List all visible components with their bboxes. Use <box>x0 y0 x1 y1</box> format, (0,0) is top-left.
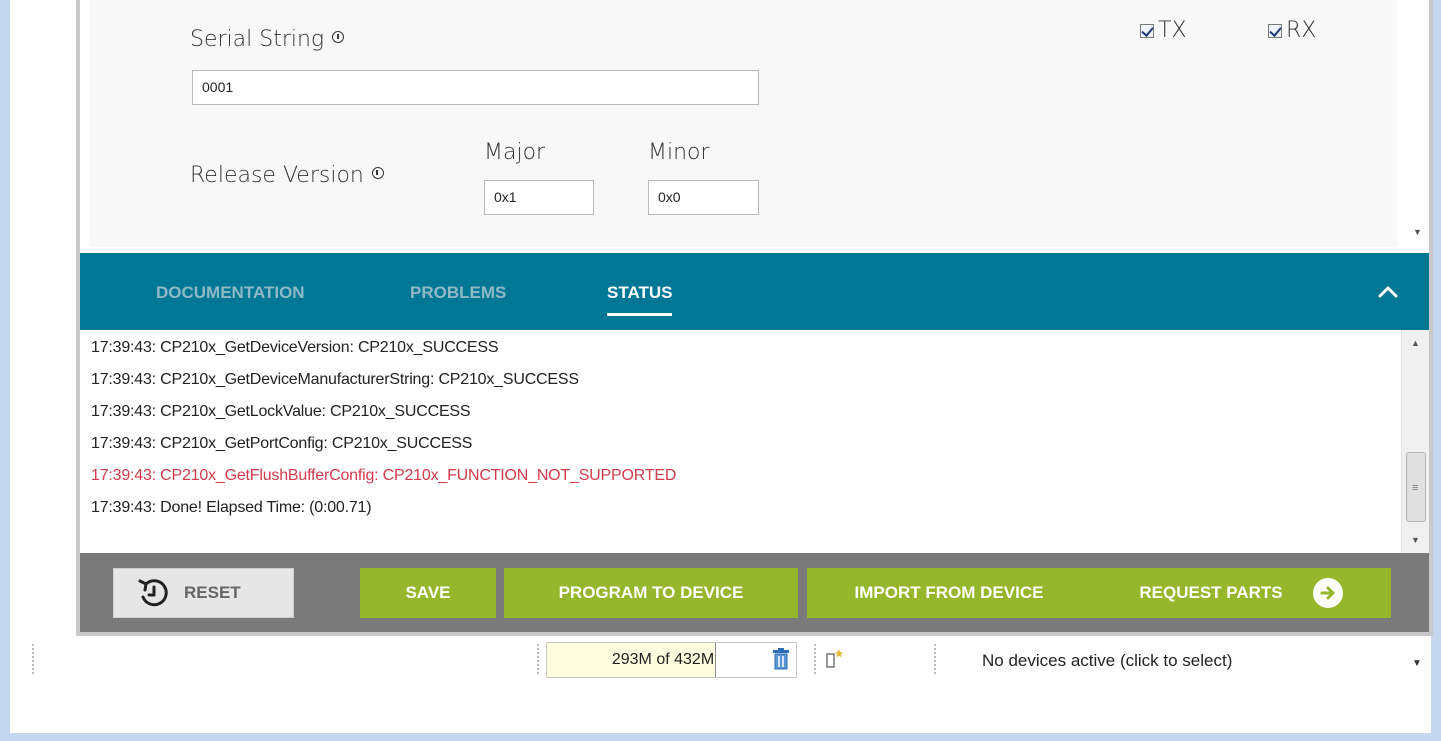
log-line: 17:39:43: Done! Elapsed Time: (0:00.71) <box>91 499 372 516</box>
status-bar-grip <box>32 644 34 674</box>
tab-status[interactable]: STATUS <box>607 283 673 316</box>
log-line-error: 17:39:43: CP210x_GetFlushBufferConfig: C… <box>91 467 677 484</box>
action-button-bar: RESET SAVE PROGRAM TO DEVICE IMPORT FROM… <box>80 553 1429 632</box>
window-frame-bottom <box>0 733 1441 741</box>
log-scrollbar-thumb[interactable]: ≡ <box>1406 452 1426 522</box>
log-line: 17:39:43: CP210x_GetDeviceManufacturerSt… <box>91 371 579 388</box>
log-line: 17:39:43: CP210x_GetLockValue: CP210x_SU… <box>91 403 471 420</box>
status-bar: 293M of 432M No devices active (click to… <box>10 636 1431 733</box>
log-line: 17:39:43: CP210x_GetPortConfig: CP210x_S… <box>91 435 473 452</box>
scroll-up-arrow-icon[interactable]: ▲ <box>1411 338 1420 348</box>
window-content: Serial String 0001 Release Version Major… <box>10 0 1433 733</box>
serial-string-input[interactable]: 0001 <box>192 70 759 105</box>
save-button[interactable]: SAVE <box>360 568 496 618</box>
tx-checkbox[interactable]: TX <box>1140 18 1187 43</box>
checkbox-checked-icon[interactable] <box>1268 23 1282 38</box>
rx-label: RX <box>1286 18 1317 43</box>
scroll-down-arrow-icon[interactable]: ▼ <box>1413 227 1422 237</box>
request-parts-button[interactable]: REQUEST PARTS <box>1091 568 1391 618</box>
trash-icon[interactable] <box>772 648 790 670</box>
main-panel-inner: Serial String 0001 Release Version Major… <box>80 0 1429 632</box>
settings-content: Serial String 0001 Release Version Major… <box>90 0 1397 247</box>
rx-checkbox[interactable]: RX <box>1268 18 1316 43</box>
release-version-label: Release Version <box>190 163 384 188</box>
memory-monitor[interactable]: 293M of 432M <box>546 642 797 678</box>
program-to-device-button[interactable]: PROGRAM TO DEVICE <box>504 568 798 618</box>
tab-problems[interactable]: PROBLEMS <box>410 283 506 303</box>
minor-label: Minor <box>648 140 710 165</box>
settings-area: Serial String 0001 Release Version Major… <box>80 0 1429 253</box>
devices-status-text[interactable]: No devices active (click to select) <box>982 651 1232 671</box>
log-scrollbar[interactable]: ▲ ≡ ▼ <box>1401 330 1429 553</box>
info-icon[interactable] <box>371 167 384 179</box>
window-frame-left <box>0 0 10 741</box>
scroll-down-arrow-icon[interactable]: ▼ <box>1411 535 1420 545</box>
grip-icon: ≡ <box>1412 482 1419 494</box>
tab-documentation[interactable]: DOCUMENTATION <box>156 283 305 303</box>
serial-string-label-text: Serial String <box>190 27 325 52</box>
status-bar-grip <box>934 644 936 674</box>
device-icon[interactable] <box>826 648 844 668</box>
bottom-tab-bar: DOCUMENTATION PROBLEMS STATUS <box>80 253 1429 330</box>
reset-button[interactable]: RESET <box>113 568 294 618</box>
arrow-right-circle-icon <box>1312 578 1343 608</box>
checkbox-checked-icon[interactable] <box>1140 23 1154 38</box>
tx-label: TX <box>1158 18 1187 43</box>
main-panel: Serial String 0001 Release Version Major… <box>76 0 1433 636</box>
status-log: 17:39:43: CP210x_GetDeviceVersion: CP210… <box>80 330 1429 553</box>
reset-label: RESET <box>184 583 241 602</box>
log-line: 17:39:43: CP210x_GetDeviceVersion: CP210… <box>91 339 499 356</box>
status-bar-grip <box>814 644 816 674</box>
major-version-input[interactable]: 0x1 <box>484 180 594 215</box>
chevron-up-icon[interactable] <box>1377 281 1399 303</box>
major-label: Major <box>484 140 546 165</box>
dropdown-arrow-icon[interactable]: ▼ <box>1412 658 1422 669</box>
release-version-label-text: Release Version <box>190 163 364 188</box>
status-bar-grip <box>537 644 539 674</box>
import-from-device-button[interactable]: IMPORT FROM DEVICE <box>807 568 1091 618</box>
info-icon[interactable] <box>332 31 345 43</box>
reset-clock-icon <box>138 579 168 607</box>
serial-string-label: Serial String <box>190 27 345 52</box>
request-parts-label: REQUEST PARTS <box>1139 583 1283 602</box>
minor-version-input[interactable]: 0x0 <box>648 180 759 215</box>
memory-usage-text: 293M of 432M <box>611 651 715 668</box>
settings-scrollbar[interactable]: ▼ <box>1405 0 1429 247</box>
